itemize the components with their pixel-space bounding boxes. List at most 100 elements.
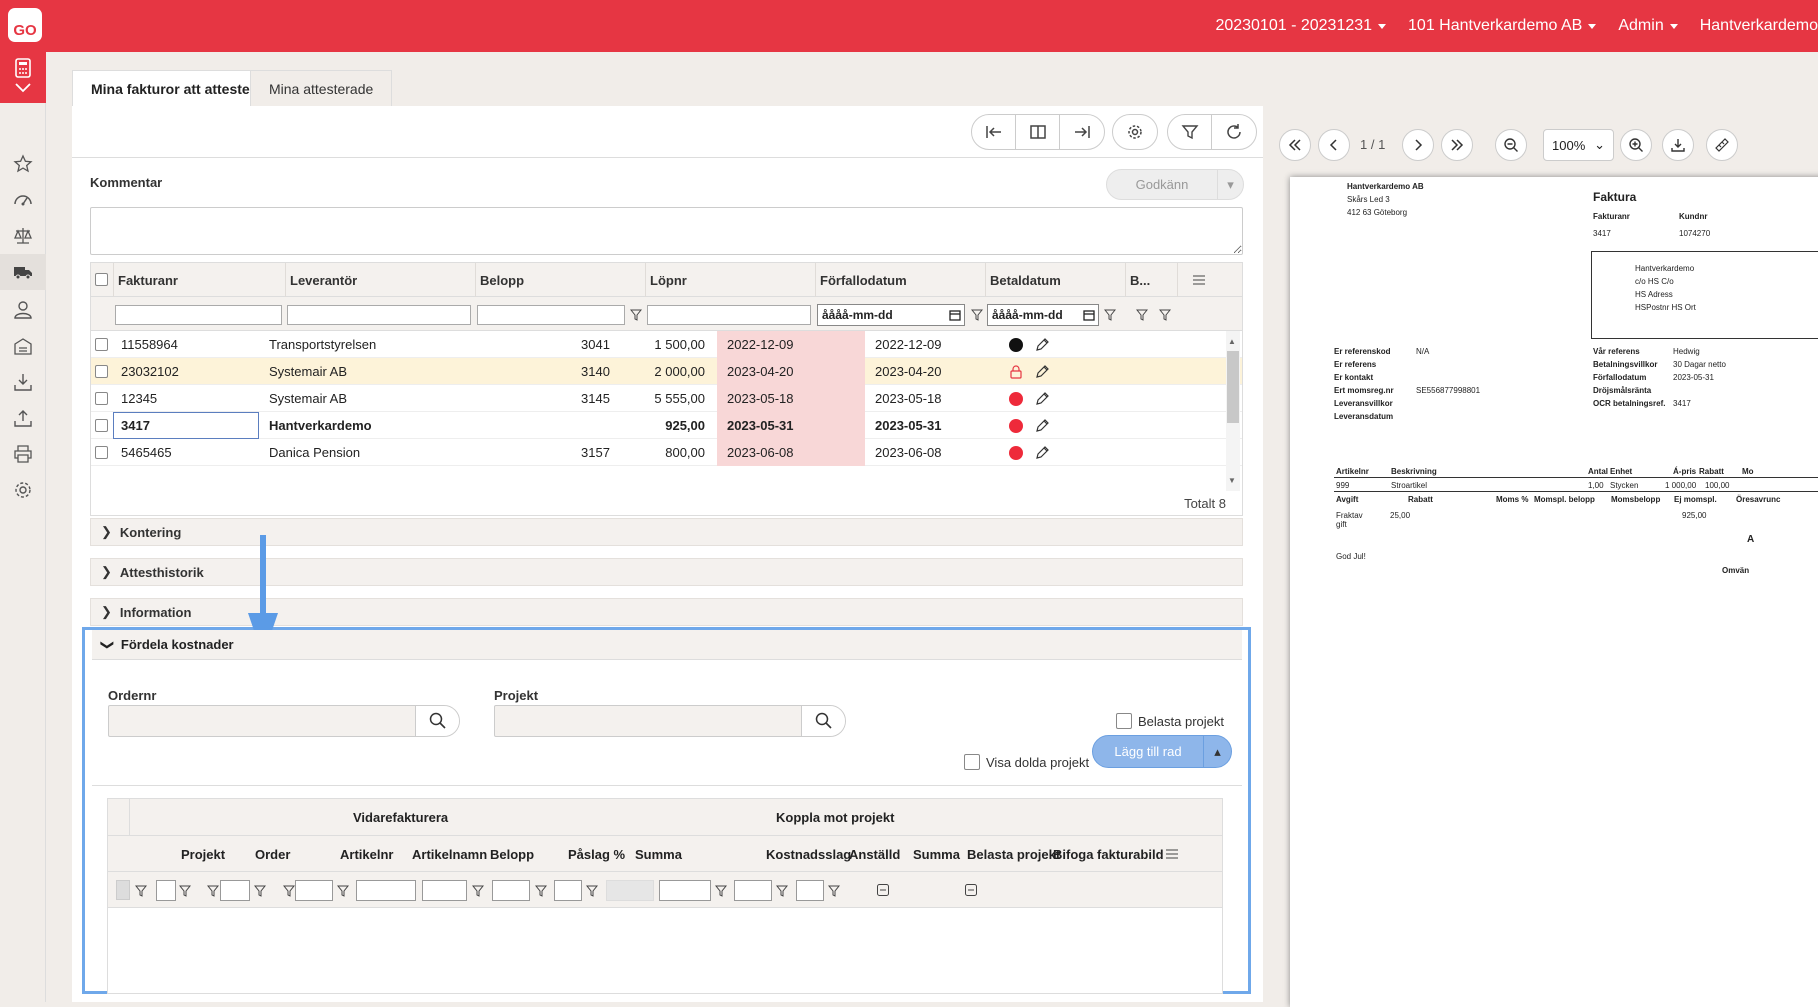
favorites-nav[interactable] bbox=[0, 146, 46, 182]
row-checkbox[interactable] bbox=[95, 419, 108, 432]
edit-cell[interactable] bbox=[1034, 412, 1050, 439]
filter-icon[interactable] bbox=[971, 309, 983, 321]
edit-cell[interactable] bbox=[1034, 385, 1050, 412]
col-forfallodatum[interactable]: Förfallodatum bbox=[815, 263, 985, 297]
filter-lopnr[interactable] bbox=[647, 305, 811, 325]
col-bifoga-fakturabild[interactable]: Bifoga fakturabild bbox=[1053, 847, 1164, 862]
approve-dropdown[interactable]: ▾ bbox=[1217, 170, 1243, 199]
grid-scrollbar[interactable]: ▲ ▼ bbox=[1226, 331, 1240, 491]
filter-icon[interactable] bbox=[630, 309, 642, 321]
filter-betaldatum[interactable]: åååå-mm-dd bbox=[987, 304, 1099, 326]
measure-button[interactable] bbox=[1706, 129, 1738, 161]
calculator-menu[interactable] bbox=[0, 52, 46, 103]
filter-artikelnr[interactable] bbox=[295, 880, 333, 901]
zoom-in-button[interactable] bbox=[1620, 129, 1652, 161]
filter-button[interactable] bbox=[1168, 115, 1212, 149]
accounting-nav[interactable] bbox=[0, 218, 46, 254]
filter-icon[interactable] bbox=[283, 885, 295, 897]
filter-icon[interactable] bbox=[715, 885, 727, 897]
user-menu[interactable]: Admin bbox=[1618, 17, 1678, 35]
settings-nav[interactable] bbox=[0, 472, 46, 508]
pencil-icon[interactable] bbox=[1034, 391, 1050, 407]
scroll-up-icon[interactable]: ▲ bbox=[1228, 337, 1236, 346]
collapse-left-button[interactable] bbox=[972, 115, 1016, 149]
filter-icon[interactable] bbox=[776, 885, 788, 897]
next-page-button[interactable] bbox=[1402, 129, 1434, 161]
filter-icon[interactable] bbox=[828, 885, 840, 897]
pencil-icon[interactable] bbox=[1034, 337, 1050, 353]
filter-icon[interactable] bbox=[337, 885, 349, 897]
customers-nav[interactable] bbox=[0, 292, 46, 328]
filter-icon[interactable] bbox=[254, 885, 266, 897]
import-nav[interactable] bbox=[0, 364, 46, 400]
col-kostnadsslag[interactable]: Kostnadsslag bbox=[766, 847, 851, 862]
filter-forfallodatum[interactable]: åååå-mm-dd bbox=[817, 304, 965, 326]
col-status[interactable]: B... bbox=[1125, 263, 1167, 297]
col-artikelnr[interactable]: Artikelnr bbox=[340, 847, 393, 862]
filter-icon[interactable] bbox=[586, 885, 598, 897]
first-page-button[interactable] bbox=[1279, 129, 1311, 161]
column-menu-button[interactable] bbox=[1177, 263, 1215, 297]
suppliers-nav[interactable] bbox=[0, 254, 46, 290]
warehouse-nav[interactable] bbox=[0, 328, 46, 364]
scroll-thumb[interactable] bbox=[1227, 351, 1239, 423]
col-projekt[interactable]: Projekt bbox=[181, 847, 225, 862]
filter-projekt[interactable] bbox=[156, 880, 176, 901]
row-checkbox[interactable] bbox=[95, 392, 108, 405]
col-fakturanr[interactable]: Fakturanr bbox=[113, 263, 285, 297]
filter-icon[interactable] bbox=[1136, 309, 1148, 321]
company-selector[interactable]: 101 Hantverkardemo AB bbox=[1408, 17, 1597, 35]
checkbox[interactable] bbox=[1116, 713, 1132, 729]
settings-btn-inner[interactable] bbox=[1113, 115, 1157, 149]
split-view-button[interactable] bbox=[1016, 115, 1060, 149]
filter-summa[interactable] bbox=[554, 880, 582, 901]
edit-cell[interactable] bbox=[1034, 439, 1050, 466]
row-checkbox[interactable] bbox=[95, 446, 108, 459]
col-anstalld[interactable]: Anställd bbox=[849, 847, 900, 862]
period-selector[interactable]: 20230101 - 20231231 bbox=[1215, 17, 1387, 35]
filter-order[interactable] bbox=[220, 880, 250, 901]
add-row-dropdown[interactable]: ▴ bbox=[1203, 736, 1231, 767]
table-row[interactable]: 23032102 Systemair AB 2 000,00 3140 2023-04-… bbox=[91, 358, 1242, 385]
scroll-down-icon[interactable]: ▼ bbox=[1228, 476, 1236, 485]
filter-icon[interactable] bbox=[207, 885, 219, 897]
table-row[interactable]: 11558964 Transportstyrelsen 1 500,00 3041 20… bbox=[91, 331, 1242, 358]
download-button[interactable] bbox=[1662, 129, 1694, 161]
filter-leverantor[interactable] bbox=[287, 305, 471, 325]
filter-icon[interactable] bbox=[1159, 309, 1171, 321]
minus-box-icon[interactable] bbox=[877, 884, 889, 896]
settings-button[interactable] bbox=[1112, 114, 1158, 150]
filter-summa-2[interactable] bbox=[796, 880, 824, 901]
filter-belopp[interactable] bbox=[422, 880, 467, 901]
col-belasta-projekt[interactable]: Belasta projekt bbox=[967, 847, 1060, 862]
table-row[interactable]: 3417 Hantverkardemo 925,00 2023-05-31 2023-0… bbox=[91, 412, 1242, 439]
filter-icon[interactable] bbox=[472, 885, 484, 897]
go-logo[interactable]: GO bbox=[8, 8, 42, 42]
approve-button[interactable]: Godkänn ▾ bbox=[1106, 169, 1244, 200]
table-row[interactable]: 5465465 Danica Pension 800,00 3157 2023-06-0… bbox=[91, 439, 1242, 466]
checkbox[interactable] bbox=[964, 754, 980, 770]
filter-anstalld[interactable] bbox=[734, 880, 772, 901]
last-page-button[interactable] bbox=[1441, 129, 1473, 161]
filter-kostnadsslag[interactable] bbox=[659, 880, 711, 901]
refresh-button[interactable] bbox=[1212, 115, 1256, 149]
filter-icon[interactable] bbox=[135, 885, 147, 897]
minus-box-icon[interactable] bbox=[965, 884, 977, 896]
company-short-menu[interactable]: Hantverkardemo bbox=[1700, 17, 1818, 35]
pencil-icon[interactable] bbox=[1034, 418, 1050, 434]
export-nav[interactable] bbox=[0, 400, 46, 436]
visa-dolda-checkbox[interactable]: Visa dolda projekt bbox=[964, 754, 1089, 770]
filter-artikelnamn[interactable] bbox=[356, 880, 416, 901]
col-leverantor[interactable]: Leverantör bbox=[285, 263, 475, 297]
edit-cell[interactable] bbox=[1034, 331, 1050, 358]
print-nav[interactable] bbox=[0, 436, 46, 472]
search-button[interactable] bbox=[415, 706, 459, 736]
col-lopnr[interactable]: Löpnr bbox=[645, 263, 815, 297]
col-summa[interactable]: Summa bbox=[635, 847, 682, 862]
pencil-icon[interactable] bbox=[1034, 445, 1050, 461]
col-belopp[interactable]: Belopp bbox=[475, 263, 645, 297]
menu-icon[interactable] bbox=[1165, 848, 1179, 860]
collapse-right-button[interactable] bbox=[1060, 115, 1104, 149]
comment-textarea[interactable] bbox=[90, 207, 1243, 255]
filter-paslag[interactable] bbox=[492, 880, 530, 901]
